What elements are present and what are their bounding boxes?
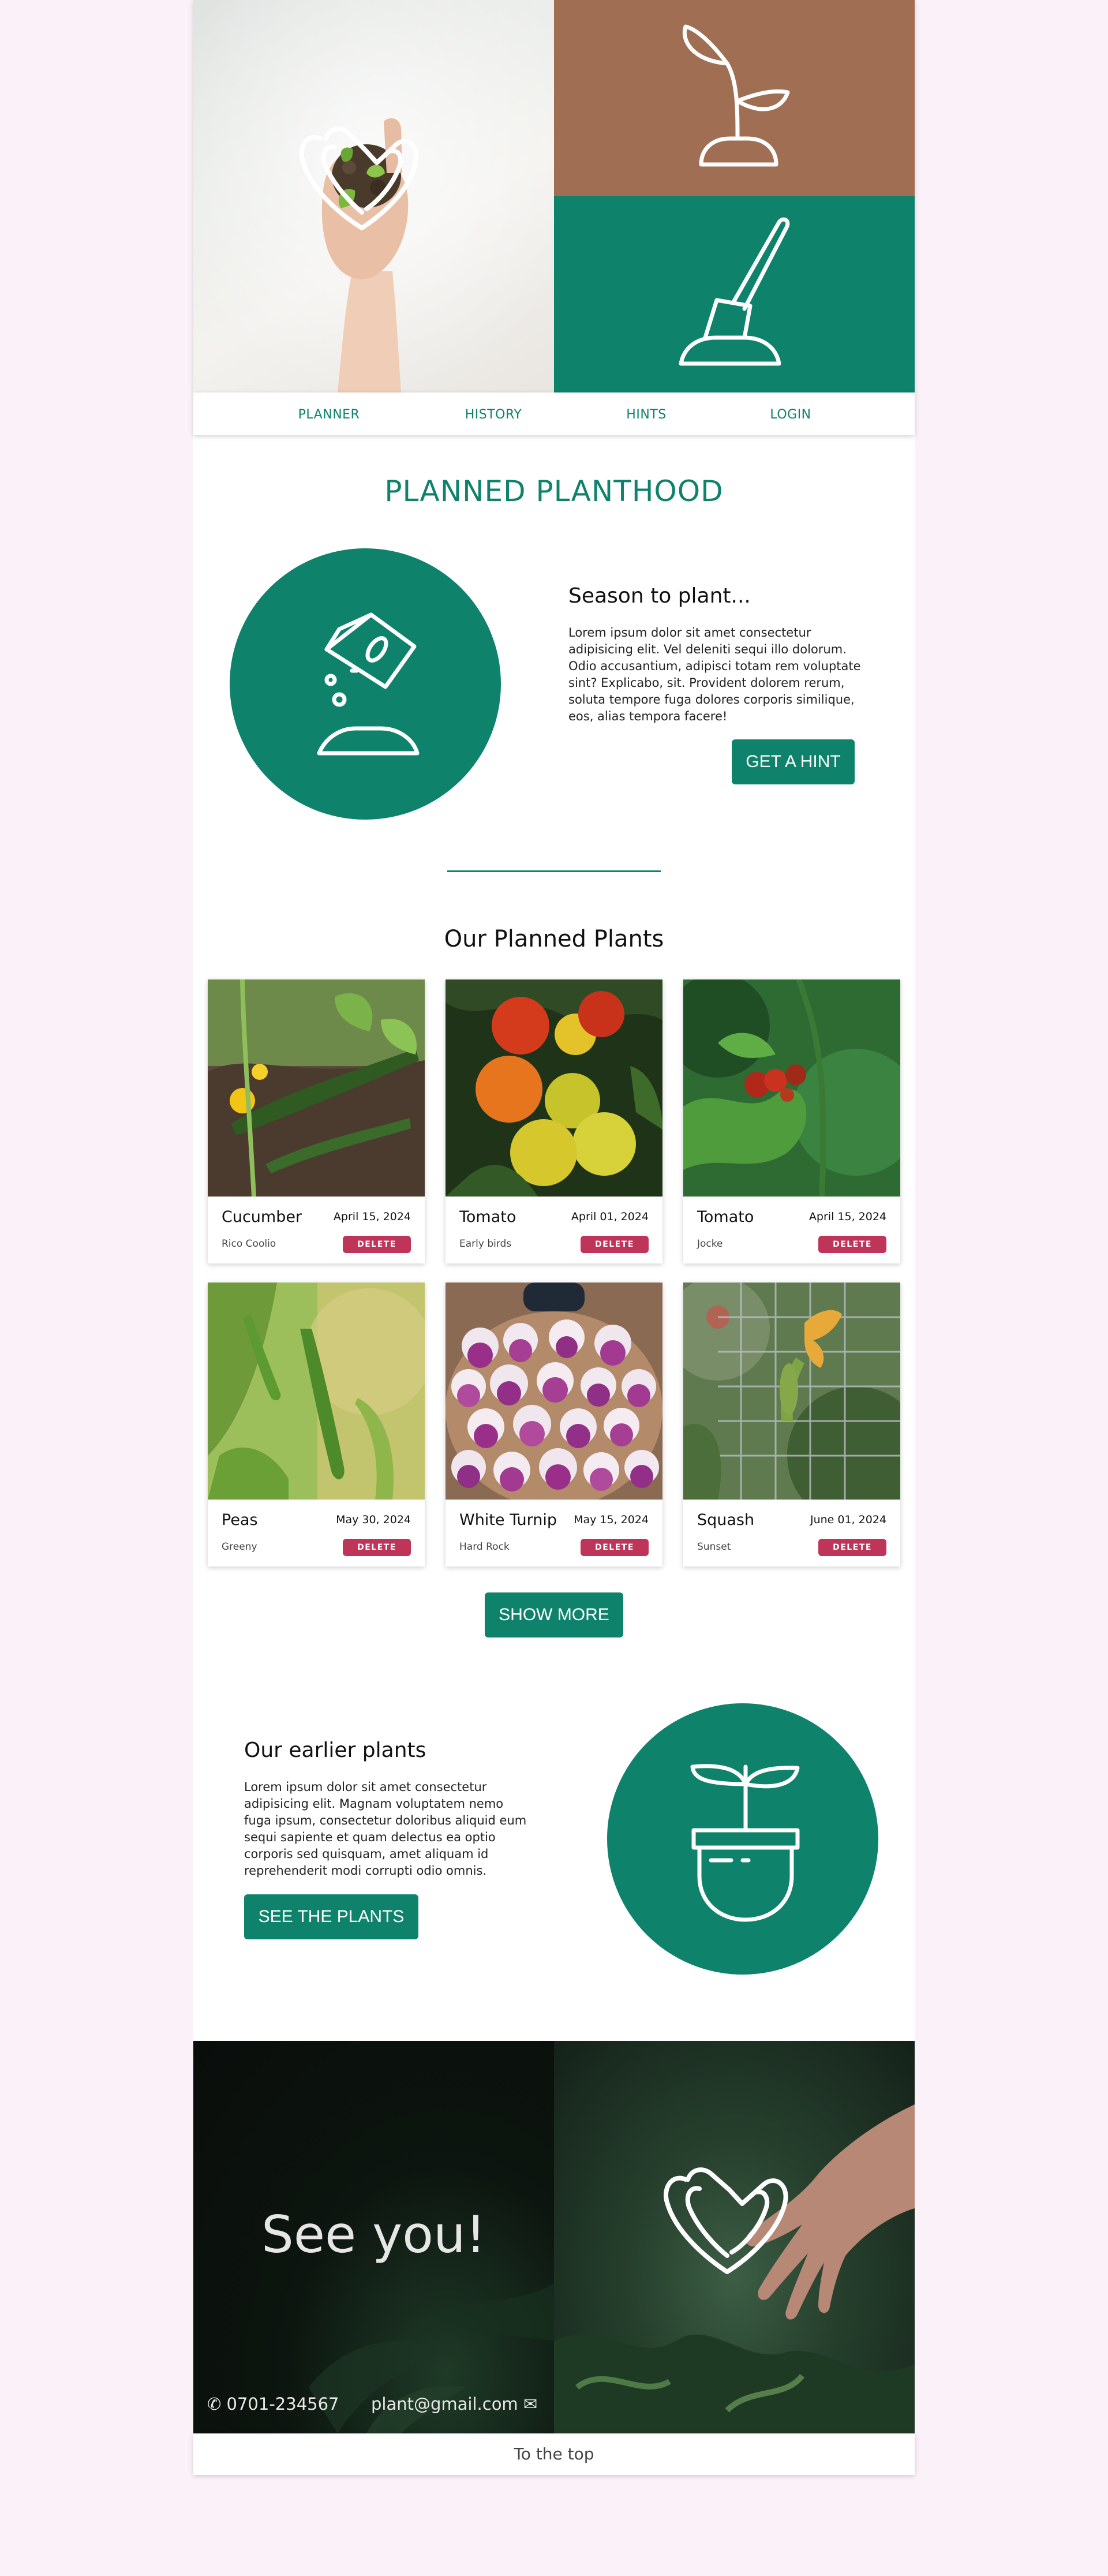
plant-date: June 01, 2024 xyxy=(810,1513,886,1526)
plant-name: Cucumber xyxy=(222,1208,302,1226)
hand-holding-seedling-image xyxy=(193,0,554,392)
see-the-plants-button[interactable]: SEE THE PLANTS xyxy=(244,1894,418,1939)
show-more-button[interactable]: SHOW MORE xyxy=(485,1592,623,1637)
delete-button[interactable]: DELETE xyxy=(581,1539,649,1556)
phone-icon: ✆ xyxy=(207,2394,222,2414)
delete-button[interactable]: DELETE xyxy=(343,1236,411,1253)
squash-photo xyxy=(683,1283,900,1500)
plant-card-cucumber: Cucumber April 15, 2024 Rico Coolio DELE… xyxy=(208,979,425,1263)
plant-date: May 15, 2024 xyxy=(574,1513,649,1526)
plant-date: April 01, 2024 xyxy=(571,1210,649,1223)
tomato-plant-photo xyxy=(683,979,900,1197)
plant-name: Tomato xyxy=(697,1208,754,1226)
earlier-plants-text: Lorem ipsum dolor sit amet consectetur a… xyxy=(244,1780,527,1878)
farewell-heading: See you! xyxy=(261,2205,486,2264)
plant-owner: Early birds xyxy=(459,1238,512,1250)
phone-number: 0701-234567 xyxy=(226,2394,339,2414)
nav-hints[interactable]: HINTS xyxy=(626,407,666,422)
footer-hand-photo xyxy=(554,2041,915,2433)
section-divider xyxy=(447,870,661,872)
plant-card-tomato: Tomato April 01, 2024 Early birds DELETE xyxy=(446,979,662,1263)
nav-planner[interactable]: PLANNER xyxy=(298,407,360,422)
potted-plant-icon xyxy=(690,1764,800,1922)
email-address: plant@gmail.com xyxy=(371,2394,518,2414)
plant-owner: Rico Coolio xyxy=(222,1238,276,1250)
season-heading: Season to plant... xyxy=(568,584,751,608)
seed-bag-circle xyxy=(230,548,501,820)
hero-hand-photo xyxy=(193,0,554,392)
plant-owner: Sunset xyxy=(697,1541,731,1553)
plant-date: May 30, 2024 xyxy=(336,1513,411,1526)
plant-name: White Turnip xyxy=(459,1511,557,1529)
plant-name: Tomato xyxy=(459,1208,516,1226)
nav-history[interactable]: HISTORY xyxy=(465,407,522,422)
plant-name: Squash xyxy=(697,1511,755,1529)
sprout-tile xyxy=(554,0,915,196)
shovel-icon xyxy=(679,217,790,366)
plant-owner: Greeny xyxy=(222,1541,257,1553)
delete-button[interactable]: DELETE xyxy=(343,1539,411,1556)
plant-card-tomato: Tomato April 15, 2024 Jocke DELETE xyxy=(683,979,900,1263)
page: PLANNER HISTORY HINTS LOGIN PLANNED PLAN… xyxy=(193,0,915,2576)
planned-plants-heading: Our Planned Plants xyxy=(444,926,664,952)
main-nav: PLANNER HISTORY HINTS LOGIN xyxy=(193,392,915,435)
plant-card-peas: Peas May 30, 2024 Greeny DELETE xyxy=(208,1283,425,1566)
plant-date: April 15, 2024 xyxy=(333,1210,411,1223)
tomato-photo xyxy=(446,979,662,1197)
get-a-hint-button[interactable]: GET A HINT xyxy=(732,739,855,784)
email-contact[interactable]: plant@gmail.com ✉ xyxy=(371,2394,537,2414)
plant-card-white-turnip: White Turnip May 15, 2024 Hard Rock DELE… xyxy=(446,1283,662,1566)
white-turnip-photo xyxy=(446,1283,662,1500)
cucumber-photo xyxy=(208,979,425,1197)
plant-name: Peas xyxy=(222,1511,258,1529)
phone-contact[interactable]: ✆ 0701-234567 xyxy=(207,2394,339,2414)
envelope-icon: ✉ xyxy=(523,2394,538,2414)
season-text: Lorem ipsum dolor sit amet consectetur a… xyxy=(568,626,861,723)
nav-login[interactable]: LOGIN xyxy=(770,407,811,422)
plant-card-squash: Squash June 01, 2024 Sunset DELETE xyxy=(683,1283,900,1566)
seed-bag-icon xyxy=(317,612,420,756)
shovel-tile xyxy=(554,196,915,392)
to-the-top-link[interactable]: To the top xyxy=(193,2433,915,2475)
plant-owner: Jocke xyxy=(697,1238,723,1250)
hero xyxy=(193,0,915,392)
delete-button[interactable]: DELETE xyxy=(818,1539,886,1556)
plant-date: April 15, 2024 xyxy=(808,1210,886,1223)
page-title: PLANNED PLANTHOOD xyxy=(384,474,724,508)
delete-button[interactable]: DELETE xyxy=(581,1236,649,1253)
hand-touching-plants-image xyxy=(554,2104,915,2433)
delete-button[interactable]: DELETE xyxy=(818,1236,886,1253)
sprout-icon xyxy=(682,24,790,167)
peas-photo xyxy=(208,1283,425,1500)
plant-owner: Hard Rock xyxy=(459,1541,510,1553)
earlier-plants-heading: Our earlier plants xyxy=(244,1738,426,1762)
potted-plant-circle xyxy=(607,1703,878,1975)
